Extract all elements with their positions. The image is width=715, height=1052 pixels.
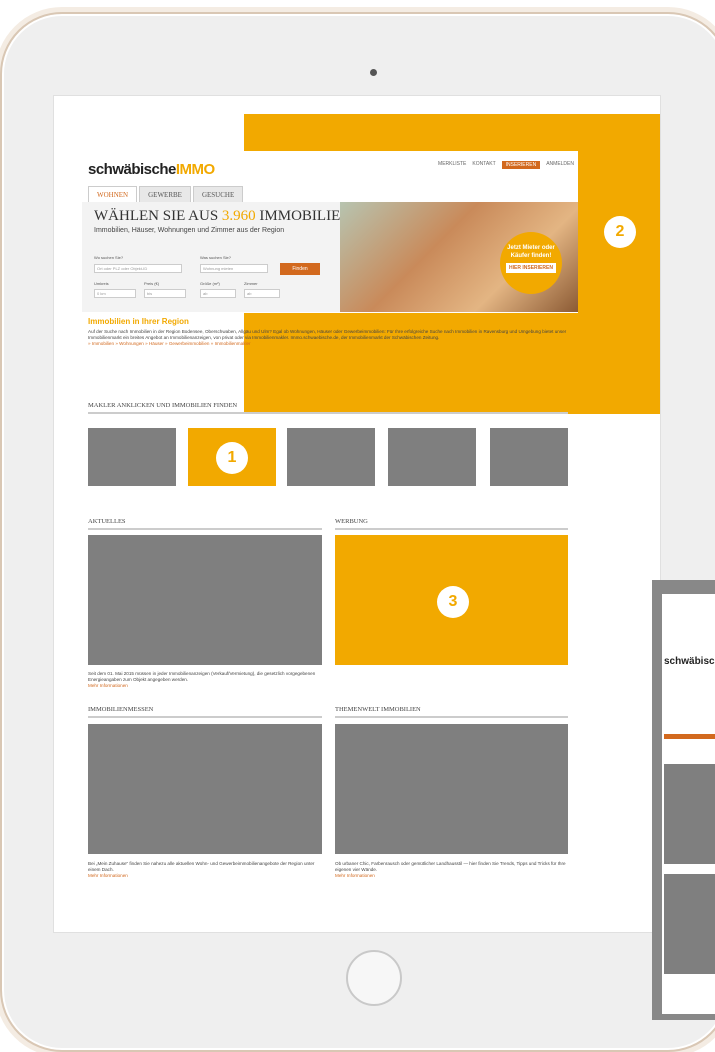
area-label: Größe (m²) [200, 281, 220, 286]
aktuelles-caption: Seit dem 01. Mai 2015 müssen in jeder Im… [88, 671, 322, 689]
find-button[interactable]: Finden [280, 263, 320, 275]
nav-inserieren[interactable]: INSERIEREN [501, 161, 541, 169]
radius-select[interactable]: 0 km [94, 289, 136, 298]
radius-label: Umkreis [94, 281, 109, 286]
nav-anmelden[interactable]: ANMELDEN [546, 161, 574, 169]
badge-1: 1 [216, 442, 248, 474]
top-navigation: MERKLISTE KONTAKT INSERIEREN ANMELDEN [438, 161, 574, 169]
second-device-logo: schwäbische [664, 656, 715, 667]
region-text: Auf der Suche nach Immobilien in der Reg… [88, 329, 574, 347]
section-themenwelt-heading: THEMENWELT IMMOBILIEN [335, 706, 568, 718]
site-logo[interactable]: schwäbischeIMMO [88, 161, 215, 178]
price-input[interactable]: bis [144, 289, 186, 298]
section-werbung-heading: WERBUNG [335, 518, 568, 530]
second-device-screen: schwäbische [662, 594, 715, 1014]
price-label: Preis (€) [144, 281, 160, 286]
where-label: Wo suchen Sie? [94, 255, 124, 260]
promo-text: Jetzt Mieter oder Käufer finden! [507, 245, 555, 259]
section-makler-heading: MAKLER ANKLICKEN UND IMMOBILIEN FINDEN [88, 402, 568, 414]
region-links[interactable]: » Immobilien » Wohnungen » Häuser » Gewe… [88, 341, 574, 347]
badge-2: 2 [604, 216, 636, 248]
tablet-screen: 2 schwäbischeIMMO MERKLISTE KONTAKT INSE… [53, 95, 661, 933]
makler-logo-5[interactable] [490, 428, 568, 486]
makler-logo-3[interactable] [287, 428, 375, 486]
camera-dot [370, 69, 377, 76]
area-input[interactable]: ab [200, 289, 236, 298]
rooms-label: Zimmer [244, 281, 258, 286]
badge-3: 3 [437, 586, 469, 618]
where-input[interactable]: Ort oder PLZ oder Objekt-ID [94, 264, 182, 273]
makler-logo-4[interactable] [388, 428, 476, 486]
messen-caption: Bei „Mein Zuhause“ finden Sie nahezu all… [88, 861, 322, 879]
themenwelt-more-link[interactable]: Mehr Informationen [335, 873, 568, 879]
hero-title: WÄHLEN SIE AUS 3.960 IMMOBILIEN [94, 208, 352, 224]
themenwelt-caption: Ob urbaner Chic, Farbenrausch oder gemüt… [335, 861, 568, 879]
aktuelles-image[interactable] [88, 535, 322, 665]
what-select[interactable]: Wohnung mieten [200, 264, 268, 273]
rooms-input[interactable]: ab [244, 289, 280, 298]
messen-more-link[interactable]: Mehr Informationen [88, 873, 322, 879]
aktuelles-more-link[interactable]: Mehr Informationen [88, 683, 322, 689]
makler-logo-1[interactable] [88, 428, 176, 486]
what-label: Was suchen Sie? [200, 255, 231, 260]
nav-kontakt[interactable]: KONTAKT [472, 161, 495, 169]
section-aktuelles-heading: AKTUELLES [88, 518, 322, 530]
section-messen-heading: IMMOBILIENMESSEN [88, 706, 322, 718]
nav-merkliste[interactable]: MERKLISTE [438, 161, 466, 169]
hero-subtitle: Immobilien, Häuser, Wohnungen und Zimmer… [94, 227, 285, 234]
second-device-partial: schwäbische [652, 580, 715, 1020]
promo-circle[interactable]: Jetzt Mieter oder Käufer finden! HIER IN… [500, 232, 562, 294]
messen-image[interactable] [88, 724, 322, 854]
second-device-bar [664, 734, 715, 739]
second-device-block-1 [664, 764, 715, 864]
themenwelt-image[interactable] [335, 724, 568, 854]
home-button[interactable] [346, 950, 402, 1006]
region-title: Immobilien in Ihrer Region [88, 317, 189, 326]
second-device-block-2 [664, 874, 715, 974]
promo-cta[interactable]: HIER INSERIEREN [506, 263, 556, 273]
